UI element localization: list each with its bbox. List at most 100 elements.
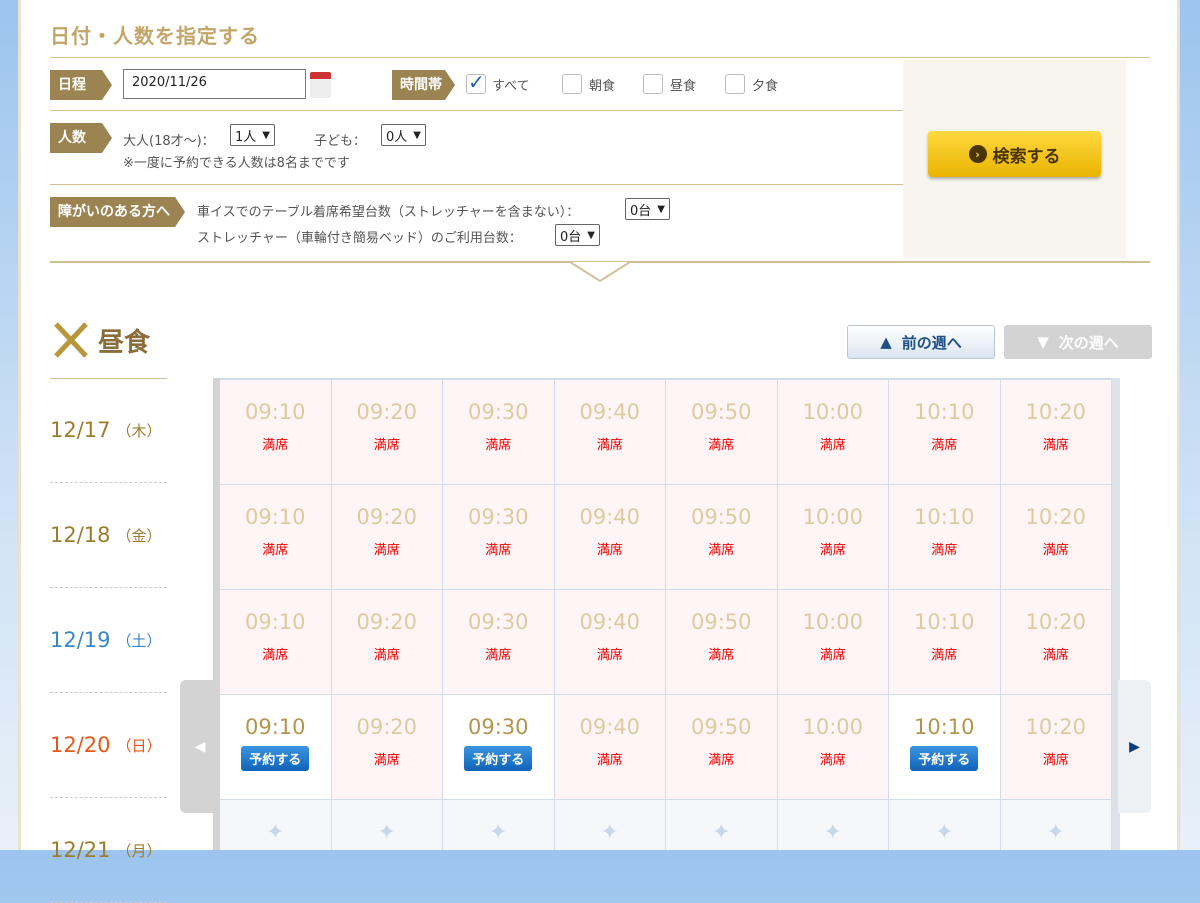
slot-time: 10:10 bbox=[913, 610, 975, 634]
child-select[interactable]: 0人 ▼ bbox=[381, 124, 426, 146]
full-status: 満席 bbox=[1042, 753, 1069, 768]
time-slot-full: 09:50 満席 bbox=[666, 590, 778, 695]
reserve-button[interactable]: 予約する bbox=[910, 746, 979, 771]
search-button[interactable]: › 検索する bbox=[928, 131, 1101, 177]
time-slot-full: 09:50 満席 bbox=[666, 380, 778, 485]
slot-time: 09:30 bbox=[467, 610, 529, 634]
time-slot-full: 10:20 満席 bbox=[1000, 695, 1112, 800]
slot-time: 09:10 bbox=[244, 610, 306, 634]
time-slot-full: 09:50 満席 bbox=[666, 695, 778, 800]
checkmark-icon: ✓ bbox=[468, 70, 485, 94]
time-slot-full: 09:40 満席 bbox=[554, 485, 666, 590]
slot-time: 09:40 bbox=[579, 505, 641, 529]
sparkle-icon: ✦ bbox=[935, 820, 954, 845]
day-label: 12/19 （土） bbox=[50, 588, 167, 693]
reserve-button[interactable]: 予約する bbox=[241, 746, 310, 771]
next-week-button: ▼ 次の週へ bbox=[1004, 325, 1152, 359]
arrow-right-icon: ▶ bbox=[1129, 738, 1140, 755]
checkbox-dinner[interactable] bbox=[725, 74, 745, 94]
disability-tag: 障がいのある方へ bbox=[50, 197, 185, 227]
time-slot-full: 09:40 満席 bbox=[554, 590, 666, 695]
meal-title: 昼食 bbox=[98, 328, 151, 358]
slot-time: 10:00 bbox=[802, 610, 864, 634]
slot-time: 10:10 bbox=[913, 715, 975, 739]
sparkle-icon: ✦ bbox=[712, 820, 731, 845]
full-status: 満席 bbox=[819, 438, 846, 453]
slot-time: 09:20 bbox=[356, 400, 418, 424]
checkbox-lunch[interactable] bbox=[643, 74, 663, 94]
time-slot-full: 10:00 満席 bbox=[777, 695, 889, 800]
wheelchair-label: 車イスでのテーブル着席希望台数（ストレッチャーを含まない）： bbox=[197, 205, 580, 220]
checkbox-breakfast-label: 朝食 bbox=[589, 79, 616, 94]
time-slot-empty: ✦ bbox=[777, 800, 889, 850]
reservation-grid: 09:10 満席 09:20 満席 09:30 満席 09:40 満席 09:50 満席 10:00… bbox=[220, 378, 1112, 850]
full-status: 満席 bbox=[819, 543, 846, 558]
checkbox-breakfast[interactable] bbox=[562, 74, 582, 94]
slot-time: 09:40 bbox=[579, 610, 641, 634]
full-status: 満席 bbox=[708, 753, 735, 768]
time-slot-full: 10:00 満席 bbox=[777, 590, 889, 695]
reserve-button[interactable]: 予約する bbox=[464, 746, 533, 771]
people-note: ※一度に予約できる人数は8名までです bbox=[123, 156, 350, 171]
full-status: 満席 bbox=[596, 438, 623, 453]
full-status: 満席 bbox=[931, 543, 958, 558]
full-status: 満席 bbox=[262, 438, 289, 453]
time-slot-full: 10:00 満席 bbox=[777, 380, 889, 485]
slot-time: 09:30 bbox=[467, 505, 529, 529]
prev-week-button[interactable]: ▲ 前の週へ bbox=[847, 325, 995, 359]
time-slot-full: 10:20 満席 bbox=[1000, 590, 1112, 695]
slot-time: 09:50 bbox=[690, 715, 752, 739]
child-label: 子ども： bbox=[314, 134, 367, 149]
time-slot-empty: ✦ bbox=[443, 800, 555, 850]
time-slot-full: 09:20 満席 bbox=[331, 380, 443, 485]
time-slot-full: 09:10 満席 bbox=[220, 590, 332, 695]
arrow-left-icon: ◀ bbox=[194, 738, 206, 755]
checkbox-lunch-label: 昼食 bbox=[670, 79, 697, 94]
fork-knife-icon bbox=[54, 322, 88, 358]
checkbox-all[interactable]: ✓ bbox=[466, 70, 486, 94]
slot-time: 09:50 bbox=[690, 610, 752, 634]
full-status: 満席 bbox=[596, 543, 623, 558]
time-slot-full: 09:20 満席 bbox=[331, 695, 443, 800]
full-status: 満席 bbox=[1042, 438, 1069, 453]
full-status: 満席 bbox=[373, 543, 400, 558]
full-status: 満席 bbox=[596, 648, 623, 663]
full-status: 満席 bbox=[485, 543, 512, 558]
arrow-right-icon: › bbox=[968, 145, 987, 163]
adult-select[interactable]: 1人 ▼ bbox=[230, 124, 275, 146]
wheelchair-select[interactable]: 0台 ▼ bbox=[625, 198, 670, 220]
time-slot-full: 10:00 満席 bbox=[777, 485, 889, 590]
sparkle-icon: ✦ bbox=[377, 820, 396, 845]
scroll-right-button[interactable]: ▶ bbox=[1118, 680, 1151, 813]
slot-time: 09:10 bbox=[244, 400, 306, 424]
time-slot-full: 09:20 満席 bbox=[331, 485, 443, 590]
slot-time: 09:20 bbox=[356, 505, 418, 529]
time-slot-open[interactable]: 09:30 予約する bbox=[443, 695, 555, 800]
slot-time: 10:20 bbox=[1025, 715, 1087, 739]
schedule-tag: 日程 bbox=[50, 70, 112, 100]
scroll-left-button[interactable]: ◀ bbox=[180, 680, 220, 813]
slot-time: 09:50 bbox=[690, 400, 752, 424]
full-status: 満席 bbox=[373, 438, 400, 453]
calendar-icon[interactable] bbox=[310, 72, 331, 98]
slot-time: 10:20 bbox=[1025, 505, 1087, 529]
slot-time: 09:40 bbox=[579, 715, 641, 739]
sparkle-icon: ✦ bbox=[1046, 820, 1065, 845]
time-slot-full: 09:30 満席 bbox=[443, 380, 555, 485]
divider-arrow-icon bbox=[570, 261, 630, 283]
full-status: 満席 bbox=[485, 648, 512, 663]
time-slot-full: 10:10 満席 bbox=[889, 485, 1001, 590]
slot-time: 09:20 bbox=[356, 715, 418, 739]
time-slot-open[interactable]: 09:10 予約する bbox=[220, 695, 332, 800]
slot-time: 10:10 bbox=[913, 505, 975, 529]
time-slot-full: 09:20 満席 bbox=[331, 590, 443, 695]
time-slot-empty: ✦ bbox=[1000, 800, 1112, 850]
time-slot-empty: ✦ bbox=[666, 800, 778, 850]
date-input[interactable]: 2020/11/26 bbox=[123, 69, 306, 99]
sparkle-icon: ✦ bbox=[823, 820, 842, 845]
checkbox-dinner-label: 夕食 bbox=[752, 79, 779, 94]
time-slot-open[interactable]: 10:10 予約する bbox=[889, 695, 1001, 800]
slot-time: 09:20 bbox=[356, 610, 418, 634]
timeslot-tag: 時間帯 bbox=[392, 70, 455, 100]
stretcher-select[interactable]: 0台 ▼ bbox=[555, 224, 600, 246]
